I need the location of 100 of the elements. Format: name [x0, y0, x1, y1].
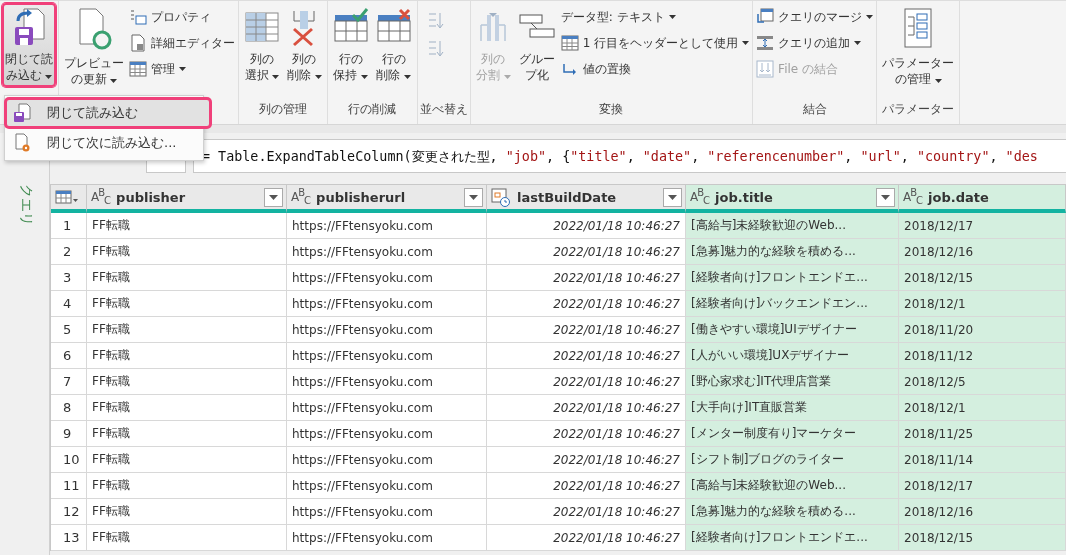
table-cell: [高給与]未経験歓迎のWeb...: [686, 473, 899, 499]
ribbon-button[interactable]: パラメーター の管理: [879, 3, 958, 92]
table-menu-cell[interactable]: [51, 184, 87, 213]
manage-parameters-icon: [903, 7, 934, 51]
table-cell: 2018/12/15: [899, 525, 1066, 551]
table-cell: FF転職: [87, 473, 287, 499]
row-number: 7: [51, 369, 87, 395]
column-name: publisher: [116, 189, 187, 205]
table-cell: [野心家求む]IT代理店営業: [686, 369, 899, 395]
group-label: 並べ替え: [419, 101, 468, 118]
table-cell: https://FFtensyoku.com: [287, 291, 487, 317]
row-number: 5: [51, 317, 87, 343]
table-cell: [経験者向け]バックエンドエン...: [686, 291, 899, 317]
ribbon-button[interactable]: 行の 保持: [329, 3, 372, 88]
table-icon: [55, 190, 79, 204]
table-cell: 2018/11/25: [899, 421, 1066, 447]
group-label: 結合: [801, 101, 828, 118]
table-cell: 2018/12/16: [899, 239, 1066, 265]
row-number: 2: [51, 239, 87, 265]
table-cell: FF転職: [87, 291, 287, 317]
row-number: 4: [51, 291, 87, 317]
refresh-preview-icon: [76, 7, 112, 51]
table-cell: 2022/01/18 10:46:27: [487, 447, 686, 473]
table-cell: 2022/01/18 10:46:27: [487, 421, 686, 447]
table-cell: https://FFtensyoku.com: [287, 447, 487, 473]
filter-button[interactable]: [264, 187, 283, 207]
close-and-load-icon: [12, 7, 46, 47]
column-header[interactable]: A$^{B}$$_{C}$ job.title: [686, 184, 899, 213]
ribbon-button[interactable]: クエリのマージ: [755, 5, 875, 29]
column-name: publisherurl: [316, 189, 407, 205]
table-cell: 2022/01/18 10:46:27: [487, 343, 686, 369]
table-cell: https://FFtensyoku.com: [287, 343, 487, 369]
table-cell: 2018/12/15: [899, 265, 1066, 291]
ribbon-button[interactable]: グルー プ化: [514, 3, 559, 88]
ribbon-button[interactable]: 1 行目をヘッダーとして使用: [559, 31, 751, 55]
table-cell: 2022/01/18 10:46:27: [487, 291, 686, 317]
table-cell: 2022/01/18 10:46:27: [487, 499, 686, 525]
ribbon-button[interactable]: 管理: [128, 57, 236, 81]
table-cell: [高給与]未経験歓迎のWeb...: [686, 213, 899, 239]
row-number: 12: [51, 499, 87, 525]
ribbon-button[interactable]: 列の 削除: [284, 3, 325, 88]
column-name: lastBuildDate: [517, 189, 618, 205]
table-cell: 2018/12/17: [899, 213, 1066, 239]
caret-icon: [668, 194, 677, 200]
table-cell: [働きやすい環境]UIデザイナー: [686, 317, 899, 343]
table-cell: https://FFtensyoku.com: [287, 213, 487, 239]
filter-button[interactable]: [876, 187, 895, 207]
ribbon-button[interactable]: プロパティ: [128, 5, 236, 29]
table-cell: 2018/11/20: [899, 317, 1066, 343]
table-cell: https://FFtensyoku.com: [287, 421, 487, 447]
table-cell: FF転職: [87, 421, 287, 447]
group-label: 変換: [598, 101, 625, 118]
ribbon-button[interactable]: 詳細エディター: [128, 31, 236, 55]
column-header[interactable]: A$^{B}$$_{C}$ publisher: [87, 184, 287, 213]
row-number: 10: [51, 447, 87, 473]
ribbon-button[interactable]: 列の 選択: [241, 3, 283, 88]
merge-queries-icon: [756, 8, 775, 26]
table-cell: FF転職: [87, 369, 287, 395]
ribbon-button[interactable]: 閉じて読 み込む: [2, 3, 56, 88]
row-number: 3: [51, 265, 87, 291]
table-cell: 2018/11/12: [899, 343, 1066, 369]
filter-button[interactable]: [464, 187, 483, 207]
table-cell: https://FFtensyoku.com: [287, 499, 487, 525]
table-cell: [経験者向け]フロントエンドエ...: [686, 265, 899, 291]
table-cell: FF転職: [87, 265, 287, 291]
column-header[interactable]: A$^{B}$$_{C}$ publisherurl: [287, 184, 487, 213]
table-cell: 2022/01/18 10:46:27: [487, 525, 686, 551]
queries-pane-title[interactable]: クエリ: [14, 184, 35, 226]
table-cell: FF転職: [87, 239, 287, 265]
ribbon-button[interactable]: クエリの追加: [755, 31, 875, 55]
caret-icon: [881, 194, 890, 200]
column-name: job.title: [715, 189, 774, 205]
row-number: 13: [51, 525, 87, 551]
table-cell: 2022/01/18 10:46:27: [487, 317, 686, 343]
table-cell: FF転職: [87, 395, 287, 421]
menu-item[interactable]: 閉じて読み込む: [5, 98, 211, 128]
table-cell: 2018/12/1: [899, 395, 1066, 421]
table-cell: FF転職: [87, 317, 287, 343]
ribbon-button[interactable]: 行の 削除: [372, 3, 415, 88]
group-label: 列の管理: [257, 101, 308, 118]
table-cell: FF転職: [87, 343, 287, 369]
table-cell: 2022/01/18 10:46:27: [487, 213, 686, 239]
column-name: job.date: [928, 189, 990, 205]
table-cell: 2018/11/14: [899, 447, 1066, 473]
table-cell: [大手向け]IT直販営業: [686, 395, 899, 421]
column-header[interactable]: lastBuildDate: [487, 184, 686, 213]
column-header[interactable]: A$^{B}$$_{C}$ job.date: [899, 184, 1066, 213]
caret-icon: [469, 194, 478, 200]
ribbon-button[interactable]: 値の置換: [559, 57, 751, 81]
table-cell: https://FFtensyoku.com: [287, 525, 487, 551]
ribbon-button[interactable]: プレビュー の更新: [61, 3, 127, 92]
document-gear-icon: [13, 133, 31, 153]
table-cell: https://FFtensyoku.com: [287, 473, 487, 499]
filter-button[interactable]: [663, 187, 682, 207]
document-icon: [129, 34, 147, 52]
table-cell: 2022/01/18 10:46:27: [487, 473, 686, 499]
table-cell: [人がいい環境]UXデザイナー: [686, 343, 899, 369]
table-cell: [シフト制]ブログのライター: [686, 447, 899, 473]
row-number: 11: [51, 473, 87, 499]
ribbon-button[interactable]: データ型: テキスト: [559, 5, 751, 29]
